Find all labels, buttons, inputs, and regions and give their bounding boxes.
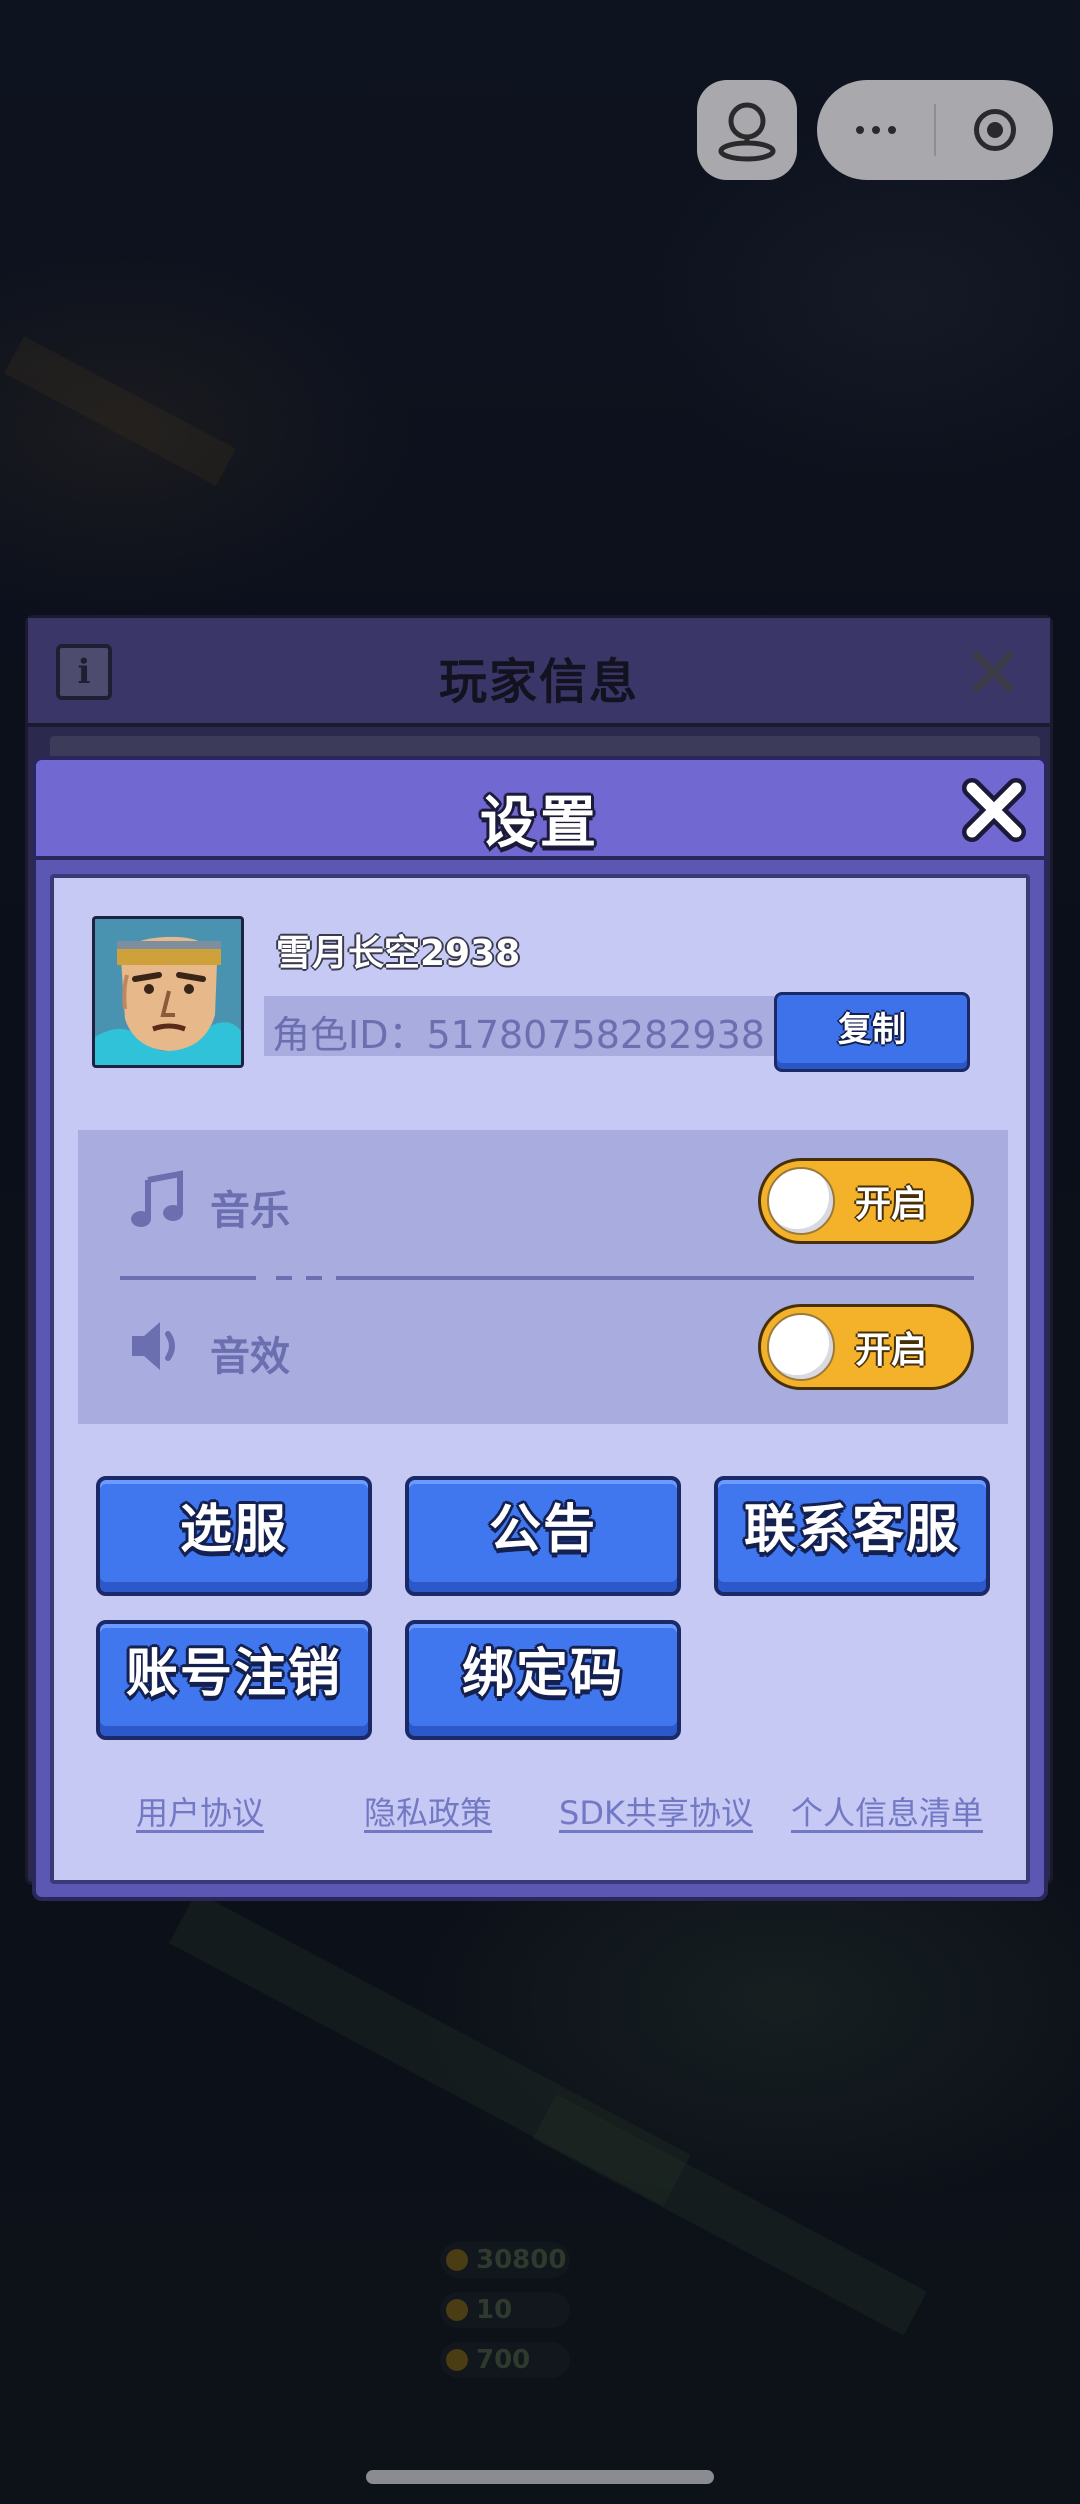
settings-title: 设置 [480, 791, 600, 856]
more-icon [855, 126, 864, 134]
account-cancel-button[interactable]: 账号注销 [96, 1620, 372, 1740]
player-name: 雪月长空2938 [276, 933, 521, 974]
more-icon [871, 126, 880, 134]
role-id-box: 角色ID：51780758282938 [264, 996, 774, 1059]
role-id-label: 角色ID： [272, 1013, 427, 1057]
background-coin-stat: 30800 [440, 2242, 570, 2278]
more-button[interactable] [817, 80, 934, 180]
background-stat-value: 700 [476, 2345, 531, 2375]
music-note-icon [131, 1170, 183, 1227]
announcement-button[interactable]: 公告 [405, 1476, 681, 1596]
close-icon[interactable]: ✕ [958, 637, 1028, 709]
announcement-label: 公告 [488, 1500, 597, 1560]
home-indicator[interactable] [366, 2470, 714, 2484]
house-icon [446, 2299, 468, 2321]
gold-icon [446, 2349, 468, 2371]
sfx-toggle[interactable]: 开启 [758, 1304, 974, 1390]
bind-code-label: 绑定码 [461, 1644, 624, 1704]
privacy-policy-link[interactable]: 隐私政策 [364, 1788, 492, 1834]
background-gold-stat: 700 [440, 2342, 570, 2378]
close-icon [962, 778, 1026, 842]
background-road [4, 336, 236, 486]
user-icon-button[interactable] [697, 80, 797, 180]
player-info-header: i 玩家信息 ✕ [28, 618, 1050, 727]
exit-miniprogram-button[interactable] [936, 80, 1053, 180]
contact-service-label: 联系客服 [743, 1500, 960, 1560]
toggle-knob [767, 1313, 835, 1381]
personal-info-list-link[interactable]: 个人信息清单 [791, 1788, 983, 1834]
player-info-title: 玩家信息 [438, 654, 639, 710]
sfx-toggle-label: 开启 [855, 1330, 928, 1371]
music-toggle[interactable]: 开启 [758, 1158, 974, 1244]
more-icon [887, 126, 896, 134]
role-id-value: 51780758282938 [426, 1013, 765, 1057]
background-stat-value: 10 [476, 2295, 513, 2325]
toggle-knob [767, 1167, 835, 1235]
divider [120, 1276, 974, 1280]
copy-button[interactable]: 复制 [774, 992, 970, 1072]
settings-dialog: 设置 雪月长空2938 角色ID：51780758282938 复制 音乐 开启… [32, 756, 1048, 1901]
sfx-label: 音效 [210, 1334, 290, 1380]
user-agreement-link[interactable]: 用户协议 [136, 1788, 264, 1834]
background-stat-value: 30800 [476, 2245, 567, 2275]
target-icon [973, 109, 1016, 151]
background-road [532, 2094, 928, 2336]
settings-body: 雪月长空2938 角色ID：51780758282938 复制 音乐 开启 音效… [50, 874, 1030, 1884]
coin-icon [446, 2249, 468, 2271]
music-toggle-label: 开启 [855, 1184, 928, 1225]
avatar [92, 916, 244, 1068]
contact-service-button[interactable]: 联系客服 [714, 1476, 990, 1596]
speaker-icon [132, 1322, 175, 1370]
sound-settings-panel: 音乐 开启 音效 开启 [78, 1130, 1008, 1424]
music-label: 音乐 [210, 1188, 290, 1234]
role-id-text: 角色ID：51780758282938 [272, 1004, 765, 1059]
sdk-sharing-link[interactable]: SDK共享协议 [559, 1788, 753, 1834]
portrait-image [95, 919, 241, 1065]
select-server-label: 选服 [179, 1500, 288, 1560]
bind-code-button[interactable]: 绑定码 [405, 1620, 681, 1740]
close-button[interactable] [958, 774, 1030, 846]
copy-button-label: 复制 [838, 1010, 906, 1050]
select-server-button[interactable]: 选服 [96, 1476, 372, 1596]
account-cancel-label: 账号注销 [125, 1644, 342, 1704]
target-icon-dot [986, 122, 1003, 138]
agreement-links: 用户协议 隐私政策 SDK共享协议 个人信息清单 [54, 1788, 1026, 1838]
miniprogram-capsule [817, 80, 1053, 180]
settings-header: 设置 [36, 760, 1044, 860]
background-house-stat: 10 [440, 2292, 570, 2328]
user-icon [718, 102, 776, 162]
